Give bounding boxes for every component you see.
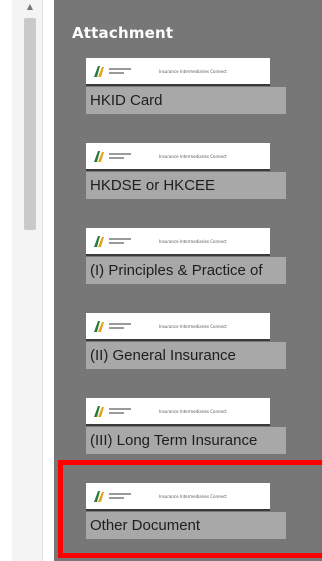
attachment-label[interactable]: HKDSE or HKCEE [86, 172, 286, 199]
logo-wordmark [109, 491, 131, 501]
thumbnail-caption: Insurance Intermediaries Connect [159, 153, 227, 159]
attachment-label[interactable]: Other Document [86, 512, 286, 539]
attachment-item-principles[interactable]: Insurance Intermediaries Connect (I) Pri… [86, 228, 286, 284]
thumbnail-caption: Insurance Intermediaries Connect [159, 238, 227, 244]
logo-wordmark [109, 151, 131, 161]
attachment-thumbnail[interactable]: Insurance Intermediaries Connect [86, 398, 270, 426]
attachment-thumbnail[interactable]: Insurance Intermediaries Connect [86, 228, 270, 256]
attachment-item-hkid[interactable]: Insurance Intermediaries Connect HKID Ca… [86, 58, 286, 114]
panel-title: Attachment [72, 24, 174, 42]
attachment-label[interactable]: (II) General Insurance [86, 342, 286, 369]
attachment-thumbnail[interactable]: Insurance Intermediaries Connect [86, 313, 270, 341]
logo-wordmark [109, 321, 131, 331]
logo-wordmark [109, 66, 131, 76]
attachment-item-general-insurance[interactable]: Insurance Intermediaries Connect (II) Ge… [86, 313, 286, 369]
attachment-thumbnail[interactable]: Insurance Intermediaries Connect [86, 483, 270, 511]
ia-logo-icon [94, 406, 104, 417]
thumbnail-caption: Insurance Intermediaries Connect [159, 408, 227, 414]
scroll-up-arrow-icon[interactable]: ▲ [25, 0, 35, 14]
thumbnail-caption: Insurance Intermediaries Connect [159, 68, 227, 74]
attachment-item-long-term-insurance[interactable]: Insurance Intermediaries Connect (III) L… [86, 398, 286, 454]
attachment-label[interactable]: (I) Principles & Practice of [86, 257, 286, 284]
ia-logo-icon [94, 236, 104, 247]
thumbnail-caption: Insurance Intermediaries Connect [159, 323, 227, 329]
attachment-label[interactable]: HKID Card [86, 87, 286, 114]
scrollbar-thumb[interactable] [24, 18, 36, 230]
attachment-thumbnail[interactable]: Insurance Intermediaries Connect [86, 58, 270, 86]
ia-logo-icon [94, 491, 104, 502]
ia-logo-icon [94, 66, 104, 77]
ia-logo-icon [94, 151, 104, 162]
attachment-thumbnail[interactable]: Insurance Intermediaries Connect [86, 143, 270, 171]
thumbnail-caption: Insurance Intermediaries Connect [159, 493, 227, 499]
attachment-item-other-document[interactable]: Insurance Intermediaries Connect Other D… [86, 483, 286, 539]
logo-wordmark [109, 236, 131, 246]
attachment-panel: Attachment Insurance Intermediaries Conn… [54, 0, 322, 561]
logo-wordmark [109, 406, 131, 416]
attachment-item-hkdse[interactable]: Insurance Intermediaries Connect HKDSE o… [86, 143, 286, 199]
attachment-label[interactable]: (III) Long Term Insurance [86, 427, 286, 454]
ia-logo-icon [94, 321, 104, 332]
